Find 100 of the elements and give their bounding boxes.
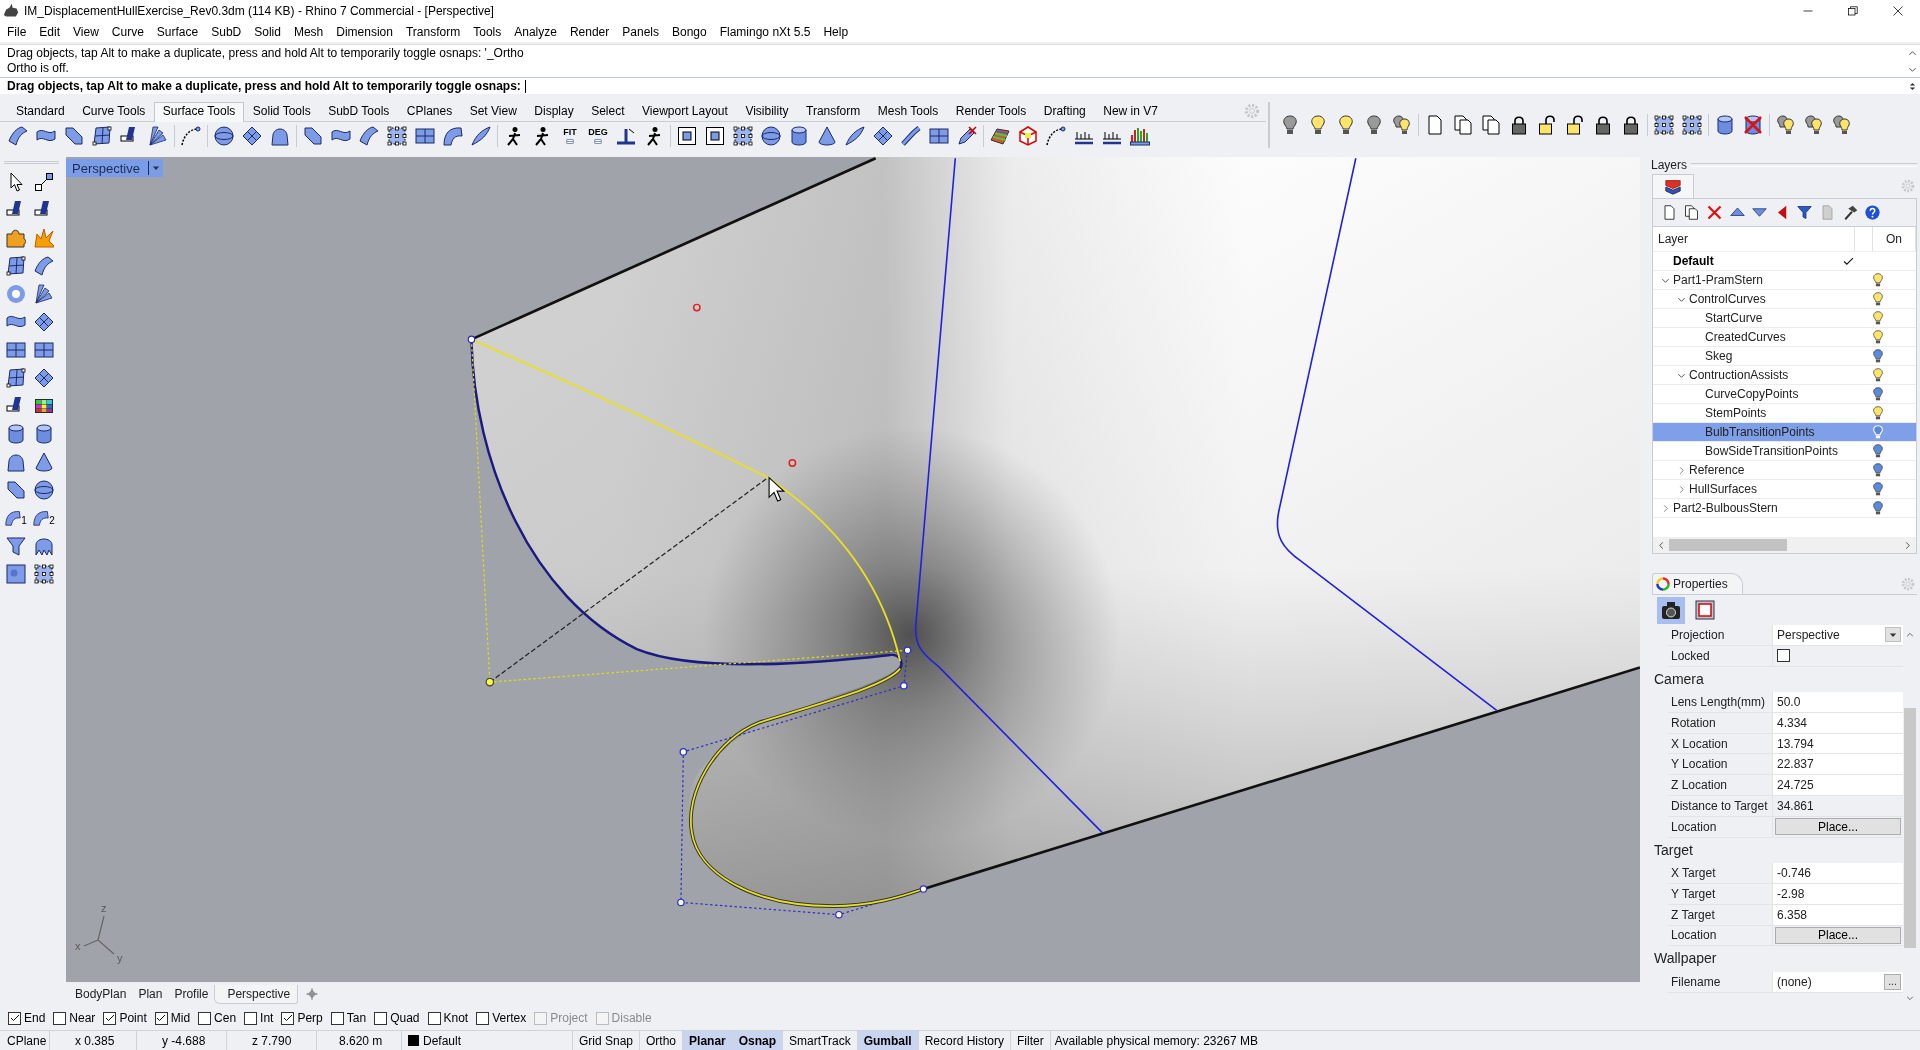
osnap-label[interactable]: Tan <box>346 1011 367 1025</box>
edge-icon[interactable] <box>616 126 636 146</box>
diamond-grid-icon[interactable] <box>242 126 262 146</box>
crossed-pencil-icon[interactable] <box>957 126 977 146</box>
pipe-icon[interactable] <box>901 126 921 146</box>
control-grid-icon[interactable] <box>6 368 26 388</box>
osnap-label[interactable]: End <box>24 1011 46 1025</box>
dashed-curve-icon[interactable] <box>181 126 201 146</box>
hammer-icon[interactable] <box>1842 205 1858 220</box>
diamond-grid-icon[interactable] <box>34 312 54 332</box>
checkbox[interactable] <box>374 1011 388 1025</box>
strip-icon[interactable] <box>64 126 84 146</box>
menu-item[interactable]: View <box>66 22 105 42</box>
sphere-icon[interactable] <box>761 126 781 146</box>
control-point[interactable] <box>467 335 476 344</box>
restore-icon[interactable] <box>1847 6 1858 16</box>
fringe-dome-icon[interactable] <box>34 536 54 556</box>
menu-item[interactable]: Flamingo nXt 5.5 <box>712 22 817 42</box>
cplane-label[interactable]: CPlane <box>0 1031 50 1050</box>
layer-row[interactable]: Reference <box>1653 461 1916 480</box>
fan-icon[interactable] <box>34 284 54 304</box>
control-point[interactable] <box>919 885 928 893</box>
dome-icon[interactable] <box>6 452 26 472</box>
osnap-label[interactable]: Vertex <box>492 1011 527 1025</box>
caret-icon[interactable] <box>151 164 160 172</box>
cone-icon[interactable] <box>817 126 837 146</box>
bulb-pair-icon[interactable] <box>1804 115 1824 135</box>
viewport-tab[interactable]: Plan <box>132 984 169 1004</box>
lock-icon[interactable] <box>1509 115 1529 135</box>
control-point[interactable] <box>900 682 908 690</box>
osnap-label[interactable]: Point <box>119 1011 147 1025</box>
pages-icon[interactable] <box>1684 205 1700 220</box>
layer-row[interactable]: Part2-BulbousStern <box>1653 499 1916 518</box>
place-button[interactable]: Place... <box>1775 926 1901 944</box>
striped-plane-icon[interactable] <box>990 126 1010 146</box>
bulb-icon[interactable] <box>1871 273 1885 287</box>
menu-item[interactable]: SubD <box>204 22 248 42</box>
layer-row[interactable]: CreatedCurves <box>1653 328 1916 347</box>
property-field[interactable]: 50.0 <box>1773 692 1903 712</box>
menu-item[interactable]: Bongo <box>665 22 713 42</box>
osnap-label[interactable]: Mid <box>170 1011 191 1025</box>
checkbox[interactable] <box>1777 649 1790 663</box>
viewport-tab[interactable]: BodyPlan <box>69 984 133 1004</box>
toolbar-tab[interactable]: Drafting <box>1034 102 1095 121</box>
cylinder-icon[interactable] <box>34 424 54 444</box>
viewport-title-tab[interactable]: Perspective <box>66 159 163 177</box>
panel-icon[interactable] <box>34 340 54 360</box>
arch-icon[interactable] <box>443 126 463 146</box>
bulb-icon[interactable] <box>1871 406 1885 420</box>
status-toggle[interactable]: Planar <box>683 1031 733 1050</box>
bulb-pair-icon[interactable] <box>1776 115 1796 135</box>
bulb-icon[interactable] <box>1871 463 1885 477</box>
leaf-icon[interactable] <box>845 126 865 146</box>
filename-field[interactable]: (none) <box>1777 974 1812 989</box>
puzzle-icon[interactable] <box>6 228 26 248</box>
projection-dropdown[interactable]: Perspective <box>1773 625 1903 645</box>
osnap-label[interactable]: Knot <box>443 1011 469 1025</box>
property-field[interactable]: 4.334 <box>1773 712 1903 733</box>
checkbox[interactable] <box>53 1011 67 1025</box>
chevron-up-icon[interactable] <box>1907 48 1917 58</box>
osnap-label[interactable]: Near <box>69 1011 96 1025</box>
checkbox[interactable] <box>476 1011 490 1025</box>
panel-icon[interactable] <box>6 340 26 360</box>
funnel-icon[interactable] <box>6 536 26 556</box>
menu-item[interactable]: File <box>0 22 33 42</box>
toolbar-tab[interactable]: New in V7 <box>1094 102 1167 121</box>
toolbar-tab[interactable]: Curve Tools <box>73 102 154 121</box>
scrollbar-thumb[interactable] <box>1904 708 1916 948</box>
panel-icon[interactable] <box>415 126 435 146</box>
scrollbar-thumb[interactable] <box>1669 539 1787 551</box>
status-toggle[interactable]: SmartTrack <box>783 1031 858 1050</box>
property-field[interactable]: -2.98 <box>1773 883 1903 904</box>
menu-item[interactable]: Mesh <box>286 22 330 42</box>
cylinder-icon[interactable] <box>1715 115 1735 135</box>
pages-icon[interactable] <box>1481 115 1501 135</box>
toolbar-tab[interactable]: Solid Tools <box>243 102 320 121</box>
dot-frame-icon[interactable] <box>733 126 753 146</box>
control-point[interactable] <box>679 748 688 756</box>
cube-icon[interactable] <box>1018 126 1038 146</box>
bar-chart-icon[interactable] <box>1130 126 1150 146</box>
checkbox[interactable] <box>427 1011 441 1025</box>
cylinder-icon[interactable] <box>789 126 809 146</box>
toolbar-button[interactable]: DEG <box>588 127 608 145</box>
delete-icon[interactable] <box>1707 205 1722 220</box>
menu-item[interactable]: Transform <box>398 22 467 42</box>
layer-row[interactable]: Default <box>1653 252 1916 271</box>
viewport-tab[interactable]: Profile <box>168 984 215 1004</box>
dot-frame-icon[interactable] <box>1654 115 1674 135</box>
bulb-icon[interactable] <box>1871 292 1885 306</box>
scroll-left-icon[interactable] <box>1657 540 1666 550</box>
frame-icon[interactable] <box>677 126 697 146</box>
status-toggle[interactable]: Filter <box>1011 1031 1051 1050</box>
scroll-right-icon[interactable] <box>1903 540 1912 550</box>
menu-item[interactable]: Tools <box>466 22 508 42</box>
layer-row[interactable]: BowSideTransitionPoints <box>1653 442 1916 461</box>
toolbar-tab[interactable]: Surface Tools <box>153 102 244 122</box>
toolbar-tab[interactable]: Viewport Layout <box>633 102 737 121</box>
panel-tab[interactable]: Properties <box>1652 573 1743 594</box>
property-field[interactable]: 6.358 <box>1773 904 1903 925</box>
cone-icon[interactable] <box>34 452 54 472</box>
